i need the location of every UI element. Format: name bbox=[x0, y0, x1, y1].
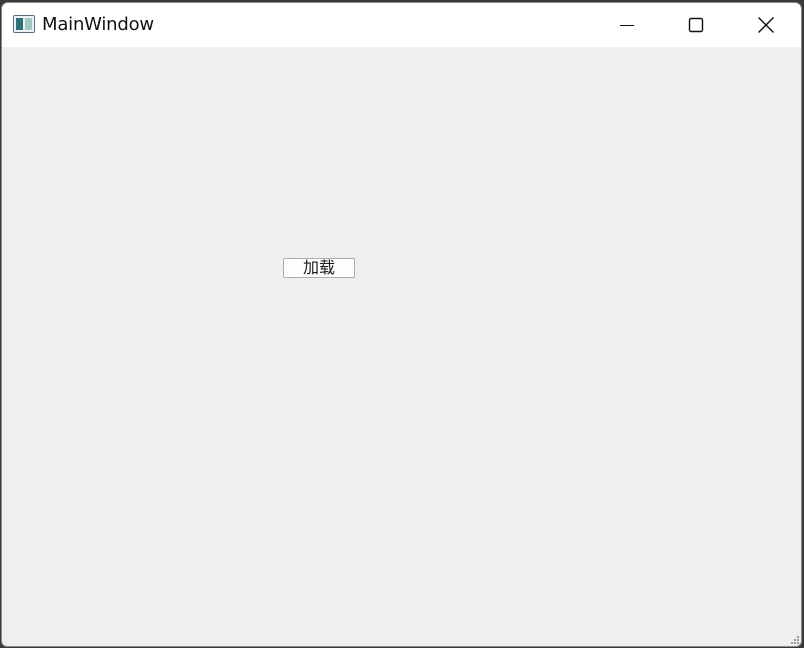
close-button[interactable] bbox=[743, 3, 789, 47]
maximize-icon bbox=[688, 17, 704, 33]
resize-grip-icon[interactable] bbox=[790, 635, 800, 645]
close-icon bbox=[758, 17, 774, 33]
app-window-icon bbox=[13, 15, 35, 33]
maximize-button[interactable] bbox=[673, 3, 719, 47]
minimize-icon bbox=[620, 25, 634, 26]
title-bar[interactable]: MainWindow bbox=[2, 3, 801, 47]
window-title: MainWindow bbox=[42, 14, 154, 35]
load-button[interactable]: 加载 bbox=[283, 258, 355, 278]
minimize-button[interactable] bbox=[604, 3, 650, 47]
main-window: MainWindow 加载 bbox=[1, 2, 802, 647]
